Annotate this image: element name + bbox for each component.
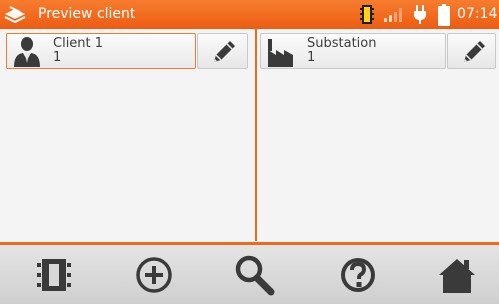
add-button[interactable] bbox=[133, 254, 175, 296]
search-button[interactable] bbox=[233, 254, 275, 296]
person-icon bbox=[14, 37, 40, 67]
help-button[interactable] bbox=[337, 254, 379, 296]
clock: 07:14 bbox=[457, 6, 498, 22]
client-card[interactable]: Client 1 1 bbox=[6, 33, 196, 69]
battery-icon bbox=[438, 4, 450, 26]
client-value: 1 bbox=[53, 50, 62, 65]
pencil-icon bbox=[464, 41, 485, 62]
add-icon bbox=[136, 257, 172, 293]
edit-substation-button[interactable] bbox=[447, 33, 496, 69]
substation-card[interactable]: Substation 1 bbox=[260, 33, 446, 69]
memory-button[interactable] bbox=[33, 254, 75, 296]
search-icon bbox=[235, 255, 275, 296]
substation-name: Substation bbox=[307, 36, 377, 51]
window-title: Preview client bbox=[38, 6, 136, 22]
factory-icon bbox=[268, 39, 293, 67]
home-icon bbox=[439, 259, 475, 293]
bottom-toolbar bbox=[0, 245, 499, 304]
client-name: Client 1 bbox=[53, 36, 104, 51]
panel-divider bbox=[255, 29, 257, 241]
memory-icon bbox=[37, 259, 71, 291]
substation-value: 1 bbox=[307, 50, 316, 65]
edit-client-button[interactable] bbox=[197, 33, 248, 69]
app-logo-icon bbox=[4, 6, 26, 24]
memory-card-icon bbox=[360, 5, 374, 24]
signal-strength-icon bbox=[384, 8, 402, 22]
home-button[interactable] bbox=[436, 254, 478, 296]
title-bar: Preview client 07:14 bbox=[0, 0, 499, 29]
power-plug-icon bbox=[414, 5, 426, 24]
pencil-icon bbox=[214, 41, 235, 62]
help-icon bbox=[341, 258, 375, 292]
